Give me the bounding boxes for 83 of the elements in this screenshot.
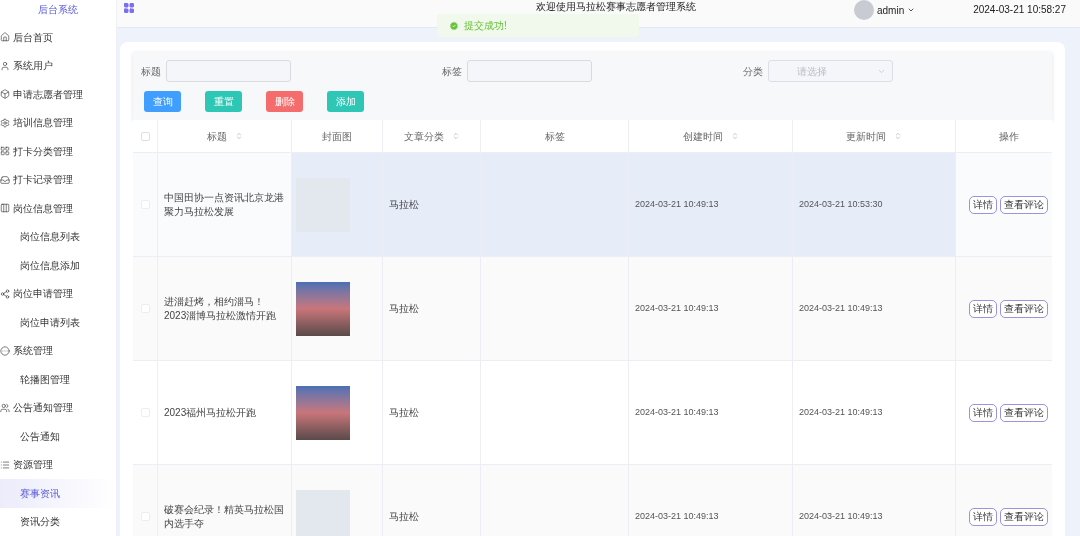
sidebar-item[interactable]: 培训信息管理 [0,108,116,137]
avatar[interactable] [854,0,874,20]
sidebar-item[interactable]: 申请志愿者管理 [0,80,116,109]
sidebar-subitem[interactable]: 岗位信息列表 [0,222,116,251]
created-time: 2024-03-21 10:49:13 [635,301,719,315]
column-header: 创建时间 [682,129,724,144]
current-datetime: 2024-03-21 10:58:27 [973,3,1066,17]
column-header: 文章分类 [403,129,445,144]
table-row[interactable]: 中国田协一点资讯北京龙港聚力马拉松发展 马拉松 2024-03-21 10:49:13 2024-03-21 10:53:30 详情 查看评论 [133,153,1052,257]
row-action-button[interactable]: 详情 [969,195,997,214]
category-cell: 马拉松 [383,465,481,536]
photo-placeholder [296,385,350,440]
filter-label: 标题 [141,64,161,79]
table-row[interactable]: 进淄赶烤，相约淄马！2023淄博马拉松激情开跑 马拉松 2024-03-21 10:49:13 2024-03-21 10:49:13 详情 查看评论 [133,257,1052,361]
sidebar-title: 后台系统 [37,3,79,17]
updated-time: 2024-03-21 10:53:30 [799,197,883,211]
dots-icon [0,345,10,356]
grid-icon[interactable] [123,2,135,14]
share-icon [0,288,10,299]
sidebar-item[interactable]: 岗位信息管理 [0,194,116,223]
category-cell: 马拉松 [383,257,481,360]
updated-time: 2024-03-21 10:49:13 [799,405,883,419]
chevron-down-icon [907,6,916,14]
row-action-button[interactable]: 查看评论 [1000,403,1048,422]
tray-icon [0,174,10,185]
column-header: 标题 [206,129,228,144]
gear-icon [0,117,10,128]
row-action-button[interactable]: 详情 [969,299,997,318]
column-header: 操作 [998,129,1019,144]
sidebar-item[interactable]: 打卡分类管理 [0,137,116,166]
row-action-button[interactable]: 详情 [969,507,997,526]
sort-icon[interactable] [730,132,739,140]
sort-icon[interactable] [894,132,902,140]
sidebar-subitem[interactable]: 资讯分类 [0,507,116,536]
created-time: 2024-03-21 10:49:13 [635,197,719,211]
article-title: 破赛会纪录！精英马拉松国内选手夺 [164,502,285,531]
row-action-button[interactable]: 查看评论 [1000,299,1048,318]
cube-icon [0,89,10,100]
column-header: 封面图 [322,129,352,144]
select-all-checkbox[interactable] [140,131,150,141]
photo-placeholder [296,281,350,336]
users-icon [0,402,10,413]
sidebar-item[interactable]: 岗位申请管理 [0,279,116,308]
row-action-button[interactable]: 查看评论 [1000,507,1048,526]
filter-label: 标签 [442,64,462,79]
table-row[interactable]: 2023福州马拉松开跑 马拉松 2024-03-21 10:49:13 2024-03-21 10:49:13 详情 查看评论 [133,361,1052,465]
sidebar-subitem[interactable]: 岗位信息添加 [0,251,116,280]
sidebar-item[interactable]: 后台首页 [0,23,116,52]
columns-icon [0,203,10,214]
sidebar-item[interactable]: 系统用户 [0,51,116,80]
user-icon [0,60,10,71]
row-action-button[interactable]: 查看评论 [1000,195,1048,214]
sort-icon[interactable] [451,132,460,140]
sidebar-item[interactable]: 打卡记录管理 [0,165,116,194]
updated-time: 2024-03-21 10:49:13 [799,301,883,315]
toast-message: 提交成功! [464,19,507,33]
sort-icon[interactable] [234,132,243,140]
category-cell: 马拉松 [383,153,481,256]
sidebar-item[interactable]: 系统管理 [0,336,116,365]
home-icon [0,32,10,43]
system-title: 欢迎使用马拉松赛事志愿者管理系统 [536,0,696,14]
updated-time: 2024-03-21 10:49:13 [799,509,883,523]
filter-input[interactable] [166,60,291,82]
article-title: 进淄赶烤，相约淄马！2023淄博马拉松激情开跑 [164,294,278,323]
article-title: 2023福州马拉松开跑 [164,405,257,420]
grid-icon [0,146,10,157]
filter-input[interactable] [467,60,592,82]
user-menu[interactable]: admin [877,2,905,18]
sidebar-subitem[interactable]: 岗位申请列表 [0,308,116,337]
sidebar-item[interactable]: 公告通知管理 [0,393,116,422]
list-icon [0,459,10,470]
column-header: 更新时间 [846,129,887,144]
table-row[interactable]: 破赛会纪录！精英马拉松国内选手夺 马拉松 2024-03-21 10:49:13 2024-03-21 10:49:13 详情 查看评论 [133,465,1052,536]
row-action-button[interactable]: 详情 [969,403,997,422]
check-circle-icon [449,20,459,31]
sidebar-subitem[interactable]: 公告通知 [0,422,116,451]
sidebar-subitem[interactable]: 轮播图管理 [0,365,116,394]
created-time: 2024-03-21 10:49:13 [635,405,719,419]
sidebar-item[interactable]: 资源管理 [0,450,116,479]
created-time: 2024-03-21 10:49:13 [635,509,719,523]
article-title: 中国田协一点资讯北京龙港聚力马拉松发展 [164,190,285,219]
column-header: 标签 [544,129,565,144]
filter-label: 分类 [743,64,763,79]
